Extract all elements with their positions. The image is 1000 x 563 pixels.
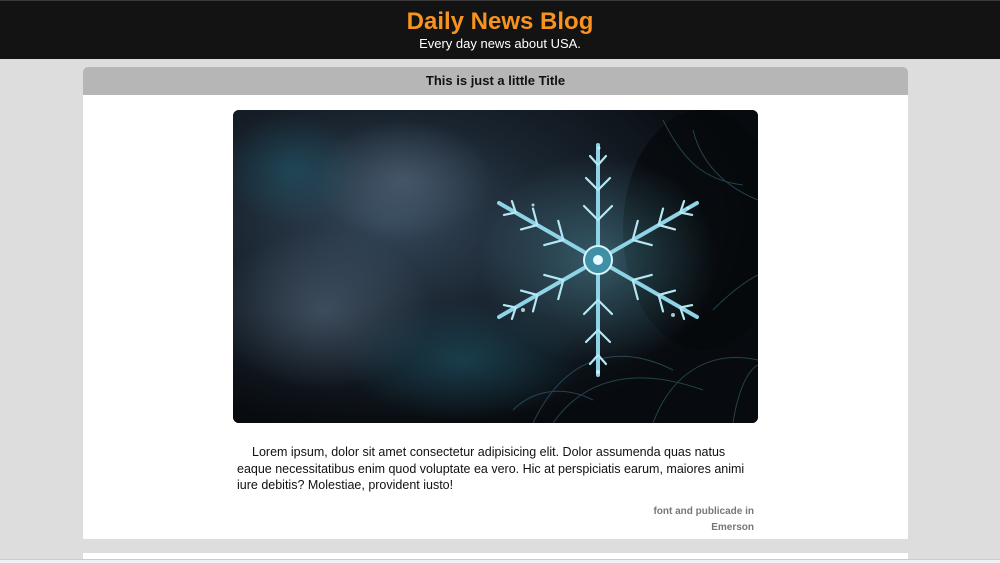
post-title[interactable]: This is just a little Title [83,67,908,95]
site-subtitle: Every day news about USA. [419,36,581,51]
post-meta-published: font and publicade in [653,506,754,517]
site-header: Daily News Blog Every day news about USA… [0,0,1000,59]
post-title-bar: This is just a little Title [83,67,908,95]
post-meta-author: Emerson [711,522,754,533]
snowflake-photo [233,110,758,423]
post-meta: font and publicade in Emerson [653,504,754,536]
post-body-text: Lorem ipsum, dolor sit amet consectetur … [237,445,745,492]
window-bottom-edge [0,559,1000,563]
post-card: This is just a little Title Lorem ipsum,… [83,67,908,539]
post-image [233,110,758,423]
site-title[interactable]: Daily News Blog [0,8,1000,36]
